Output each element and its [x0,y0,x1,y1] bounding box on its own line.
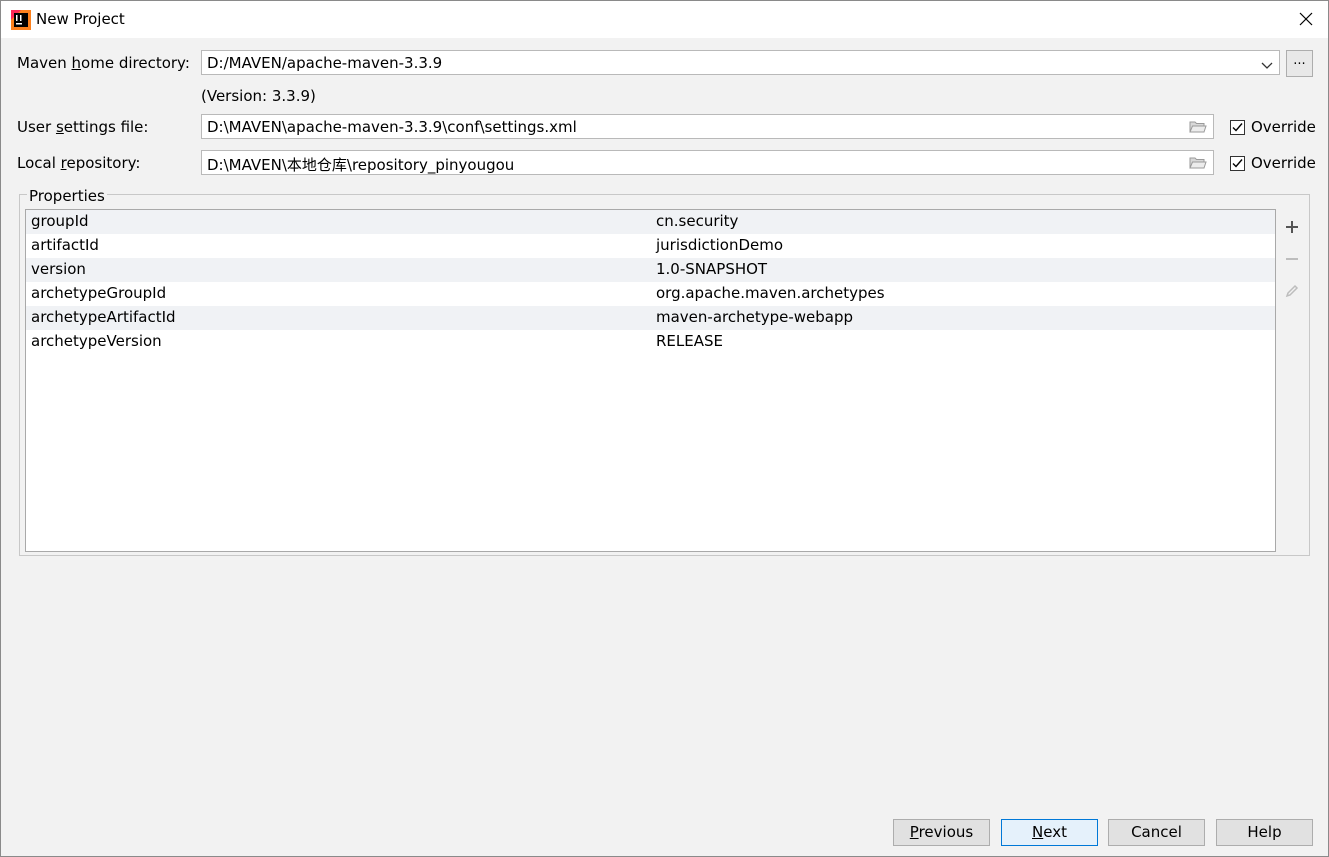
table-row[interactable]: archetypeArtifactId maven-archetype-weba… [26,306,1275,330]
property-value: jurisdictionDemo [656,236,784,254]
property-key: archetypeVersion [31,332,162,350]
maven-version-note: (Version: 3.3.9) [201,87,316,105]
browse-maven-home-button[interactable]: ... [1286,50,1313,77]
previous-button[interactable]: Previous [893,819,990,846]
properties-toolbar [1276,210,1307,551]
property-value: 1.0-SNAPSHOT [656,260,768,278]
property-key: archetypeGroupId [31,284,167,302]
local-repository-label: Local repository: [17,154,141,172]
property-value: RELEASE [656,332,723,350]
table-row[interactable]: archetypeVersion RELEASE [26,330,1275,354]
override-label: Override [1251,118,1316,136]
property-key: archetypeArtifactId [31,308,176,326]
property-key: artifactId [31,236,99,254]
override-label: Override [1251,154,1316,172]
user-settings-field[interactable]: D:\MAVEN\apache-maven-3.3.9\conf\setting… [201,114,1214,139]
property-value: org.apache.maven.archetypes [656,284,885,302]
property-key: groupId [31,212,89,230]
local-repository-value: D:\MAVEN\本地仓库\repository_pinyougou [207,156,515,174]
folder-icon[interactable] [1189,120,1207,134]
property-value: cn.security [656,212,739,230]
property-value: maven-archetype-webapp [656,308,854,326]
cancel-button[interactable]: Cancel [1108,819,1205,846]
title-bar: New Project [1,1,1328,38]
folder-icon[interactable] [1189,156,1207,170]
properties-title: Properties [27,187,107,205]
table-row[interactable]: artifactId jurisdictionDemo [26,234,1275,258]
properties-table[interactable]: groupId cn.security artifactId jurisdict… [25,209,1276,552]
chevron-down-icon[interactable] [1261,57,1273,69]
next-button[interactable]: Next [1001,819,1098,846]
new-project-dialog: New Project Maven home directory: D:/MAV… [0,0,1329,857]
window-title: New Project [36,10,125,28]
user-settings-value: D:\MAVEN\apache-maven-3.3.9\conf\setting… [207,118,577,136]
maven-home-value: D:/MAVEN/apache-maven-3.3.9 [207,54,443,72]
help-button[interactable]: Help [1216,819,1313,846]
maven-home-combo[interactable]: D:/MAVEN/apache-maven-3.3.9 [201,50,1280,75]
close-icon[interactable] [1298,11,1314,27]
edit-icon[interactable] [1284,283,1300,299]
local-repository-field[interactable]: D:\MAVEN\本地仓库\repository_pinyougou [201,150,1214,175]
add-icon[interactable] [1284,219,1300,235]
property-key: version [31,260,86,278]
override-checkbox[interactable] [1230,120,1245,135]
table-row[interactable]: version 1.0-SNAPSHOT [26,258,1275,282]
maven-home-label: Maven home directory: [17,54,190,72]
override-checkbox[interactable] [1230,156,1245,171]
table-row[interactable]: groupId cn.security [26,210,1275,234]
table-row[interactable]: archetypeGroupId org.apache.maven.archet… [26,282,1275,306]
remove-icon[interactable] [1284,251,1300,267]
user-settings-label: User settings file: [17,118,149,136]
intellij-idea-icon [11,10,31,30]
